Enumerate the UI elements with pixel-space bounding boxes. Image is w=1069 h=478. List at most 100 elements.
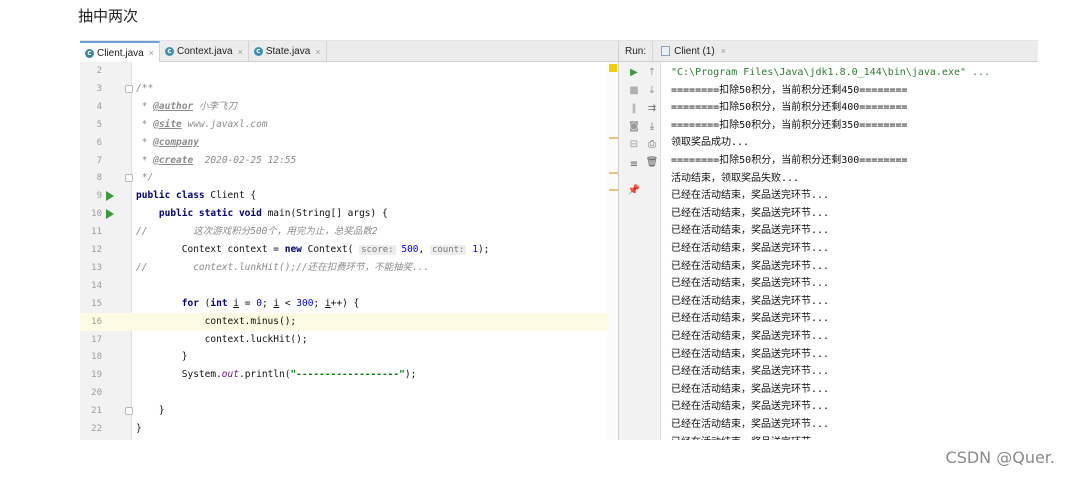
console-line: 已经在活动结束，奖品送完环节...	[671, 313, 830, 325]
change-marker[interactable]	[609, 172, 618, 174]
console-line: 已经在活动结束，奖品送完环节...	[671, 190, 830, 202]
console-line: 已经在活动结束，奖品送完环节...	[671, 401, 830, 413]
code-line[interactable]: 20	[80, 384, 618, 402]
console-line: 已经在活动结束，奖品送完环节...	[671, 434, 829, 440]
trash-icon[interactable]: 🗑	[645, 156, 659, 170]
code-line[interactable]: 3 /**	[80, 80, 618, 98]
scroll-down-icon[interactable]: ↓	[645, 84, 659, 98]
code-line[interactable]: 4 * @author 小李飞刀	[80, 98, 618, 116]
code-line[interactable]: 2	[80, 62, 618, 80]
watermark: CSDN @Quer.	[945, 448, 1055, 467]
editor-tab-state[interactable]: c State.java ×	[249, 41, 327, 62]
run-label: Run:	[619, 41, 654, 62]
stop-icon[interactable]: ■	[627, 84, 641, 98]
code-line[interactable]: 17 context.luckHit();	[80, 331, 618, 349]
line-number: 11	[91, 227, 102, 238]
fold-icon[interactable]	[125, 407, 133, 416]
code-text: context.minus();	[136, 315, 297, 327]
run-icon[interactable]: ▶	[627, 66, 641, 80]
code-line[interactable]: 11 // 这次游戏积分500个，用完为止，总奖品数2	[80, 223, 618, 241]
console-line: 已经在活动结束，奖品送完环节...	[671, 260, 830, 272]
code-text: }	[136, 351, 188, 363]
code-line[interactable]: 12 Context context = new Context( score:…	[80, 241, 618, 259]
error-stripe[interactable]	[607, 62, 618, 440]
restore-layout-icon[interactable]: ⊟	[627, 138, 641, 152]
warning-marker[interactable]	[609, 64, 617, 72]
code-line[interactable]: 9 public class Client {	[80, 187, 618, 205]
editor-tab-label: Client.java	[97, 47, 144, 59]
code-area[interactable]: 2 3/** 4 * @author 小李飞刀 5 * @site www.javax…	[80, 62, 618, 440]
pause-icon[interactable]: ‖	[627, 102, 641, 116]
scroll-to-end-icon[interactable]: ⤓	[645, 120, 659, 134]
close-icon[interactable]: ×	[238, 47, 243, 57]
page-heading: 抽中两次	[78, 7, 139, 25]
code-line[interactable]: 13 // context.lunkHit();//还在扣费环节，不能抽奖...	[80, 259, 618, 277]
code-line[interactable]: 6 * @company	[80, 134, 618, 152]
line-number: 20	[91, 388, 102, 399]
code-line[interactable]: 16 context.minus();	[80, 312, 618, 331]
dump-threads-icon[interactable]: ◙	[627, 120, 641, 134]
console-line: 已经在活动结束，奖品送完环节...	[671, 419, 830, 430]
line-number: 7	[96, 155, 102, 166]
console-line: 已经在活动结束，奖品送完环节...	[671, 331, 830, 342]
code-text: Context context = new Context( score: 50…	[136, 244, 490, 255]
run-tab-label: Client (1)	[674, 45, 715, 57]
scroll-up-icon[interactable]: ↑	[645, 66, 659, 80]
run-toolbar: ▶ ↑ ■ ↓ ‖ ⇉ ◙ ⤓ ⊟ ⎙ ≡ 🗑 📌	[619, 62, 661, 440]
pin-icon[interactable]: 📌	[627, 184, 641, 198]
code-line[interactable]: 7 * @create 2020-02-25 12:55	[80, 152, 618, 170]
console-line: 已经在活动结束，奖品送完环节...	[671, 225, 830, 237]
soft-wrap-icon[interactable]: ⇉	[645, 102, 659, 116]
run-tab-client[interactable]: Client (1) ×	[653, 41, 734, 62]
run-panel: Run: Client (1) × ▶ ↑ ■ ↓ ‖ ⇉ ◙ ⤓ ⊟ ⎙ ≡ 🗑 📌 "C:\Prog…	[618, 41, 1038, 440]
code-line[interactable]: 8 */	[80, 169, 618, 187]
close-icon[interactable]: ×	[149, 48, 154, 58]
editor-tab-client[interactable]: c Client.java ×	[80, 41, 160, 63]
console-line: 已经在活动结束，奖品送完环节...	[671, 348, 830, 360]
line-number: 22	[91, 424, 102, 434]
change-marker[interactable]	[609, 137, 618, 139]
code-line[interactable]: 19 System.out.println("-----------------…	[80, 366, 618, 384]
code-line[interactable]: 15 for (int i = 0; i < 300; i++) {	[80, 295, 618, 313]
fold-icon[interactable]	[125, 174, 133, 183]
change-marker[interactable]	[609, 189, 618, 191]
code-line[interactable]: 23	[80, 438, 618, 440]
gutter-run-icon[interactable]	[106, 209, 114, 220]
line-number: 19	[91, 370, 102, 381]
code-line[interactable]: 22}	[80, 420, 618, 438]
settings-icon[interactable]: ≡	[627, 158, 641, 172]
console-line: 已经在活动结束，奖品送完环节...	[671, 295, 830, 307]
line-number: 6	[96, 137, 102, 148]
fold-icon[interactable]	[125, 84, 133, 93]
gutter-run-icon[interactable]	[106, 191, 114, 202]
line-number: 16	[91, 316, 102, 327]
code-line[interactable]: 18 }	[80, 348, 618, 366]
line-number: 15	[91, 298, 102, 309]
line-number: 23	[80, 438, 102, 440]
run-header: Run: Client (1) ×	[619, 41, 1038, 62]
editor-tab-context[interactable]: c Context.java ×	[160, 41, 249, 62]
code-text: * @author 小李飞刀	[136, 100, 237, 112]
console-line: ========扣除50积分，当前积分还剩300========	[671, 155, 908, 166]
code-text: // 这次游戏积分500个，用完为止，总奖品数2	[136, 226, 378, 238]
close-icon[interactable]: ×	[315, 47, 320, 57]
code-text: for (int i = 0; i < 300; i++) {	[181, 297, 360, 309]
console-output[interactable]: "C:\Program Files\Java\jdk1.8.0_144\bin\…	[661, 62, 1038, 440]
line-number: 9	[96, 191, 102, 202]
line-number: 10	[91, 209, 102, 220]
code-text: * @site www.javaxl.com	[136, 118, 268, 130]
console-line: 已经在活动结束，奖品送完环节...	[671, 243, 830, 254]
code-line[interactable]: 10 public static void main(String[] args…	[80, 205, 618, 223]
line-number: 17	[91, 334, 102, 345]
console-line: 已经在活动结束，奖品送完环节...	[671, 278, 830, 290]
code-line[interactable]: 14	[80, 277, 618, 295]
close-icon[interactable]: ×	[721, 46, 726, 56]
console-line: "C:\Program Files\Java\jdk1.8.0_144\bin\…	[671, 67, 991, 78]
line-number: 18	[91, 352, 102, 363]
console-line: ========扣除50积分，当前积分还剩350========	[671, 119, 908, 131]
code-text: }	[136, 423, 142, 434]
line-number: 21	[91, 406, 102, 417]
code-line[interactable]: 21 }	[80, 402, 618, 420]
print-icon[interactable]: ⎙	[645, 138, 659, 152]
code-line[interactable]: 5 * @site www.javaxl.com	[80, 116, 618, 134]
